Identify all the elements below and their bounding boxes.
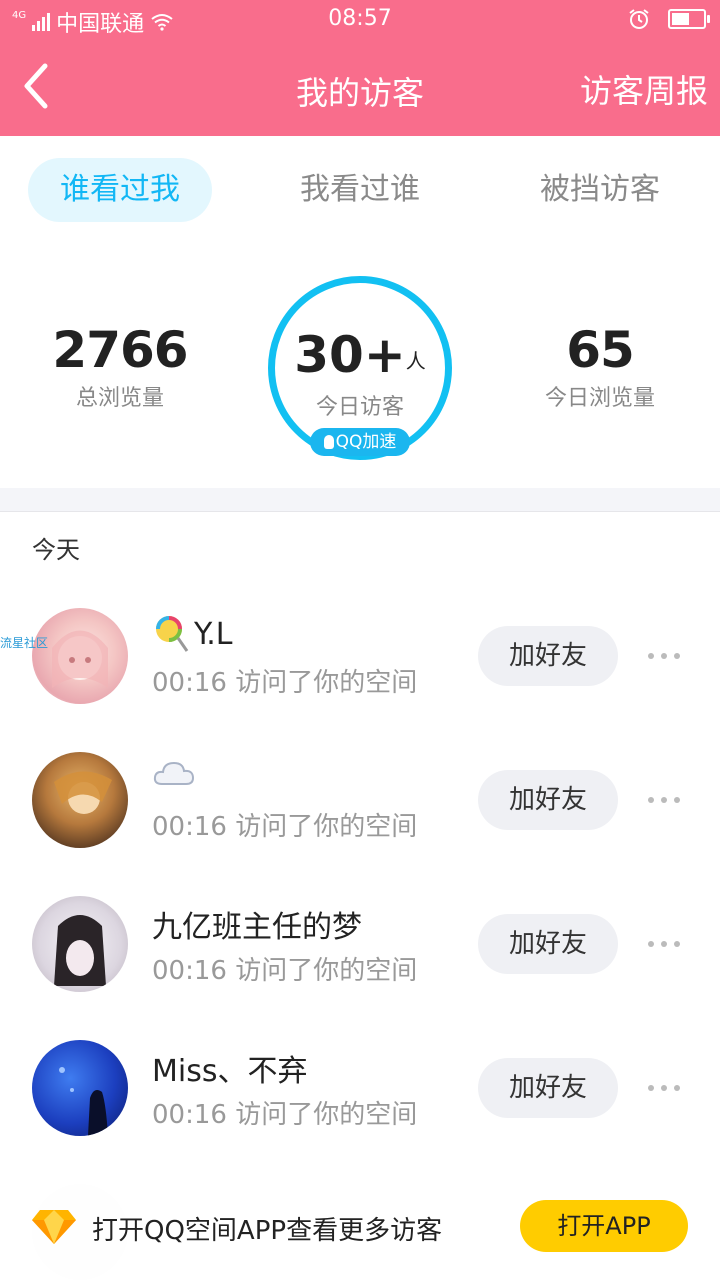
visit-time: 00:16 访问了你的空间 (152, 812, 418, 842)
add-friend-button[interactable]: 加好友 (478, 626, 618, 686)
open-app-button[interactable]: 打开APP (520, 1200, 688, 1252)
avatar[interactable] (32, 608, 128, 704)
today-visitors-value: 30+人 (275, 327, 445, 383)
status-right (628, 8, 710, 30)
total-views-value: 2766 (52, 321, 188, 379)
add-friend-button[interactable]: 加好友 (478, 1058, 618, 1118)
tab-bar: 谁看过我 我看过谁 被挡访客 (0, 158, 720, 226)
visitor-name (152, 758, 200, 788)
avatar-art (59, 1067, 108, 1136)
avatar[interactable] (32, 896, 128, 992)
battery-icon (668, 9, 710, 29)
visitor-name: Y.L (152, 614, 233, 654)
alarm-icon (629, 9, 649, 29)
tab-blocked-visitors[interactable]: 被挡访客 (508, 158, 692, 222)
lollipop-icon (156, 616, 189, 652)
qq-boost-badge[interactable]: QQ加速 (310, 428, 410, 456)
stats-panel: 2766 总浏览量 30+人 今日访客 QQ加速 65 今日浏览量 (0, 270, 720, 470)
visitor-name: Miss、不弃 (152, 1054, 308, 1089)
add-friend-button[interactable]: 加好友 (478, 914, 618, 974)
qq-penguin-icon (323, 435, 334, 449)
visitor-row[interactable]: 九亿班主任的梦 00:16 访问了你的空间 加好友 (0, 896, 720, 1016)
visit-time: 00:16 访问了你的空间 (152, 668, 418, 698)
avatar[interactable] (32, 752, 128, 848)
avatar-art (54, 771, 112, 814)
open-app-banner[interactable]: 打开QQ空间APP查看更多访客 打开APP (0, 1184, 720, 1280)
today-visitors-unit: 人 (405, 349, 426, 373)
section-divider (0, 488, 720, 512)
cloud-icon (153, 761, 195, 785)
avatar[interactable] (32, 1040, 128, 1136)
visitor-row[interactable]: 00:16 访问了你的空间 加好友 (0, 752, 720, 872)
status-bar: 4G 中国联通 08:57 (0, 0, 720, 40)
more-options-icon[interactable] (640, 644, 688, 668)
more-options-icon[interactable] (640, 788, 688, 812)
header: 4G 中国联通 08:57 我的访客 访客周报 (0, 0, 720, 136)
today-visitors-number: 30+ (294, 326, 406, 384)
avatar-art (52, 630, 108, 688)
battery-fill (672, 13, 689, 25)
tab-who-i-viewed[interactable]: 我看过谁 (268, 158, 452, 222)
visitor-row[interactable]: 流星社区 Y.L 00:16 访问了你的空间 加好友 (0, 608, 720, 728)
avatar-art (54, 915, 106, 986)
visitor-name: 九亿班主任的梦 (152, 910, 362, 945)
more-options-icon[interactable] (640, 1076, 688, 1100)
add-friend-button[interactable]: 加好友 (478, 770, 618, 830)
avatar-watermark: 流星社区 (0, 636, 49, 650)
visit-time: 00:16 访问了你的空间 (152, 1100, 418, 1130)
total-views-label: 总浏览量 (75, 386, 164, 411)
visitor-row[interactable]: Miss、不弃 00:16 访问了你的空间 加好友 (0, 1040, 720, 1160)
status-time: 08:57 (328, 6, 392, 31)
stat-today-views: 65 今日浏览量 (510, 322, 690, 412)
today-views-value: 65 (566, 321, 635, 379)
banner-text: 打开QQ空间APP查看更多访客 (92, 1216, 443, 1246)
section-label-today: 今天 (32, 536, 80, 564)
stat-total-views: 2766 总浏览量 (30, 322, 210, 412)
tab-who-viewed-me[interactable]: 谁看过我 (28, 158, 212, 222)
today-visitors-label: 今日访客 (315, 395, 404, 420)
diamond-icon (32, 1210, 76, 1244)
qq-boost-label: QQ加速 (335, 432, 397, 452)
weekly-report-link[interactable]: 访客周报 (580, 66, 708, 112)
visitor-name-text: Y.L (194, 616, 233, 652)
today-views-label: 今日浏览量 (544, 386, 655, 411)
more-options-icon[interactable] (640, 932, 688, 956)
visit-time: 00:16 访问了你的空间 (152, 956, 418, 986)
nav-bar: 我的访客 访客周报 (0, 40, 720, 136)
